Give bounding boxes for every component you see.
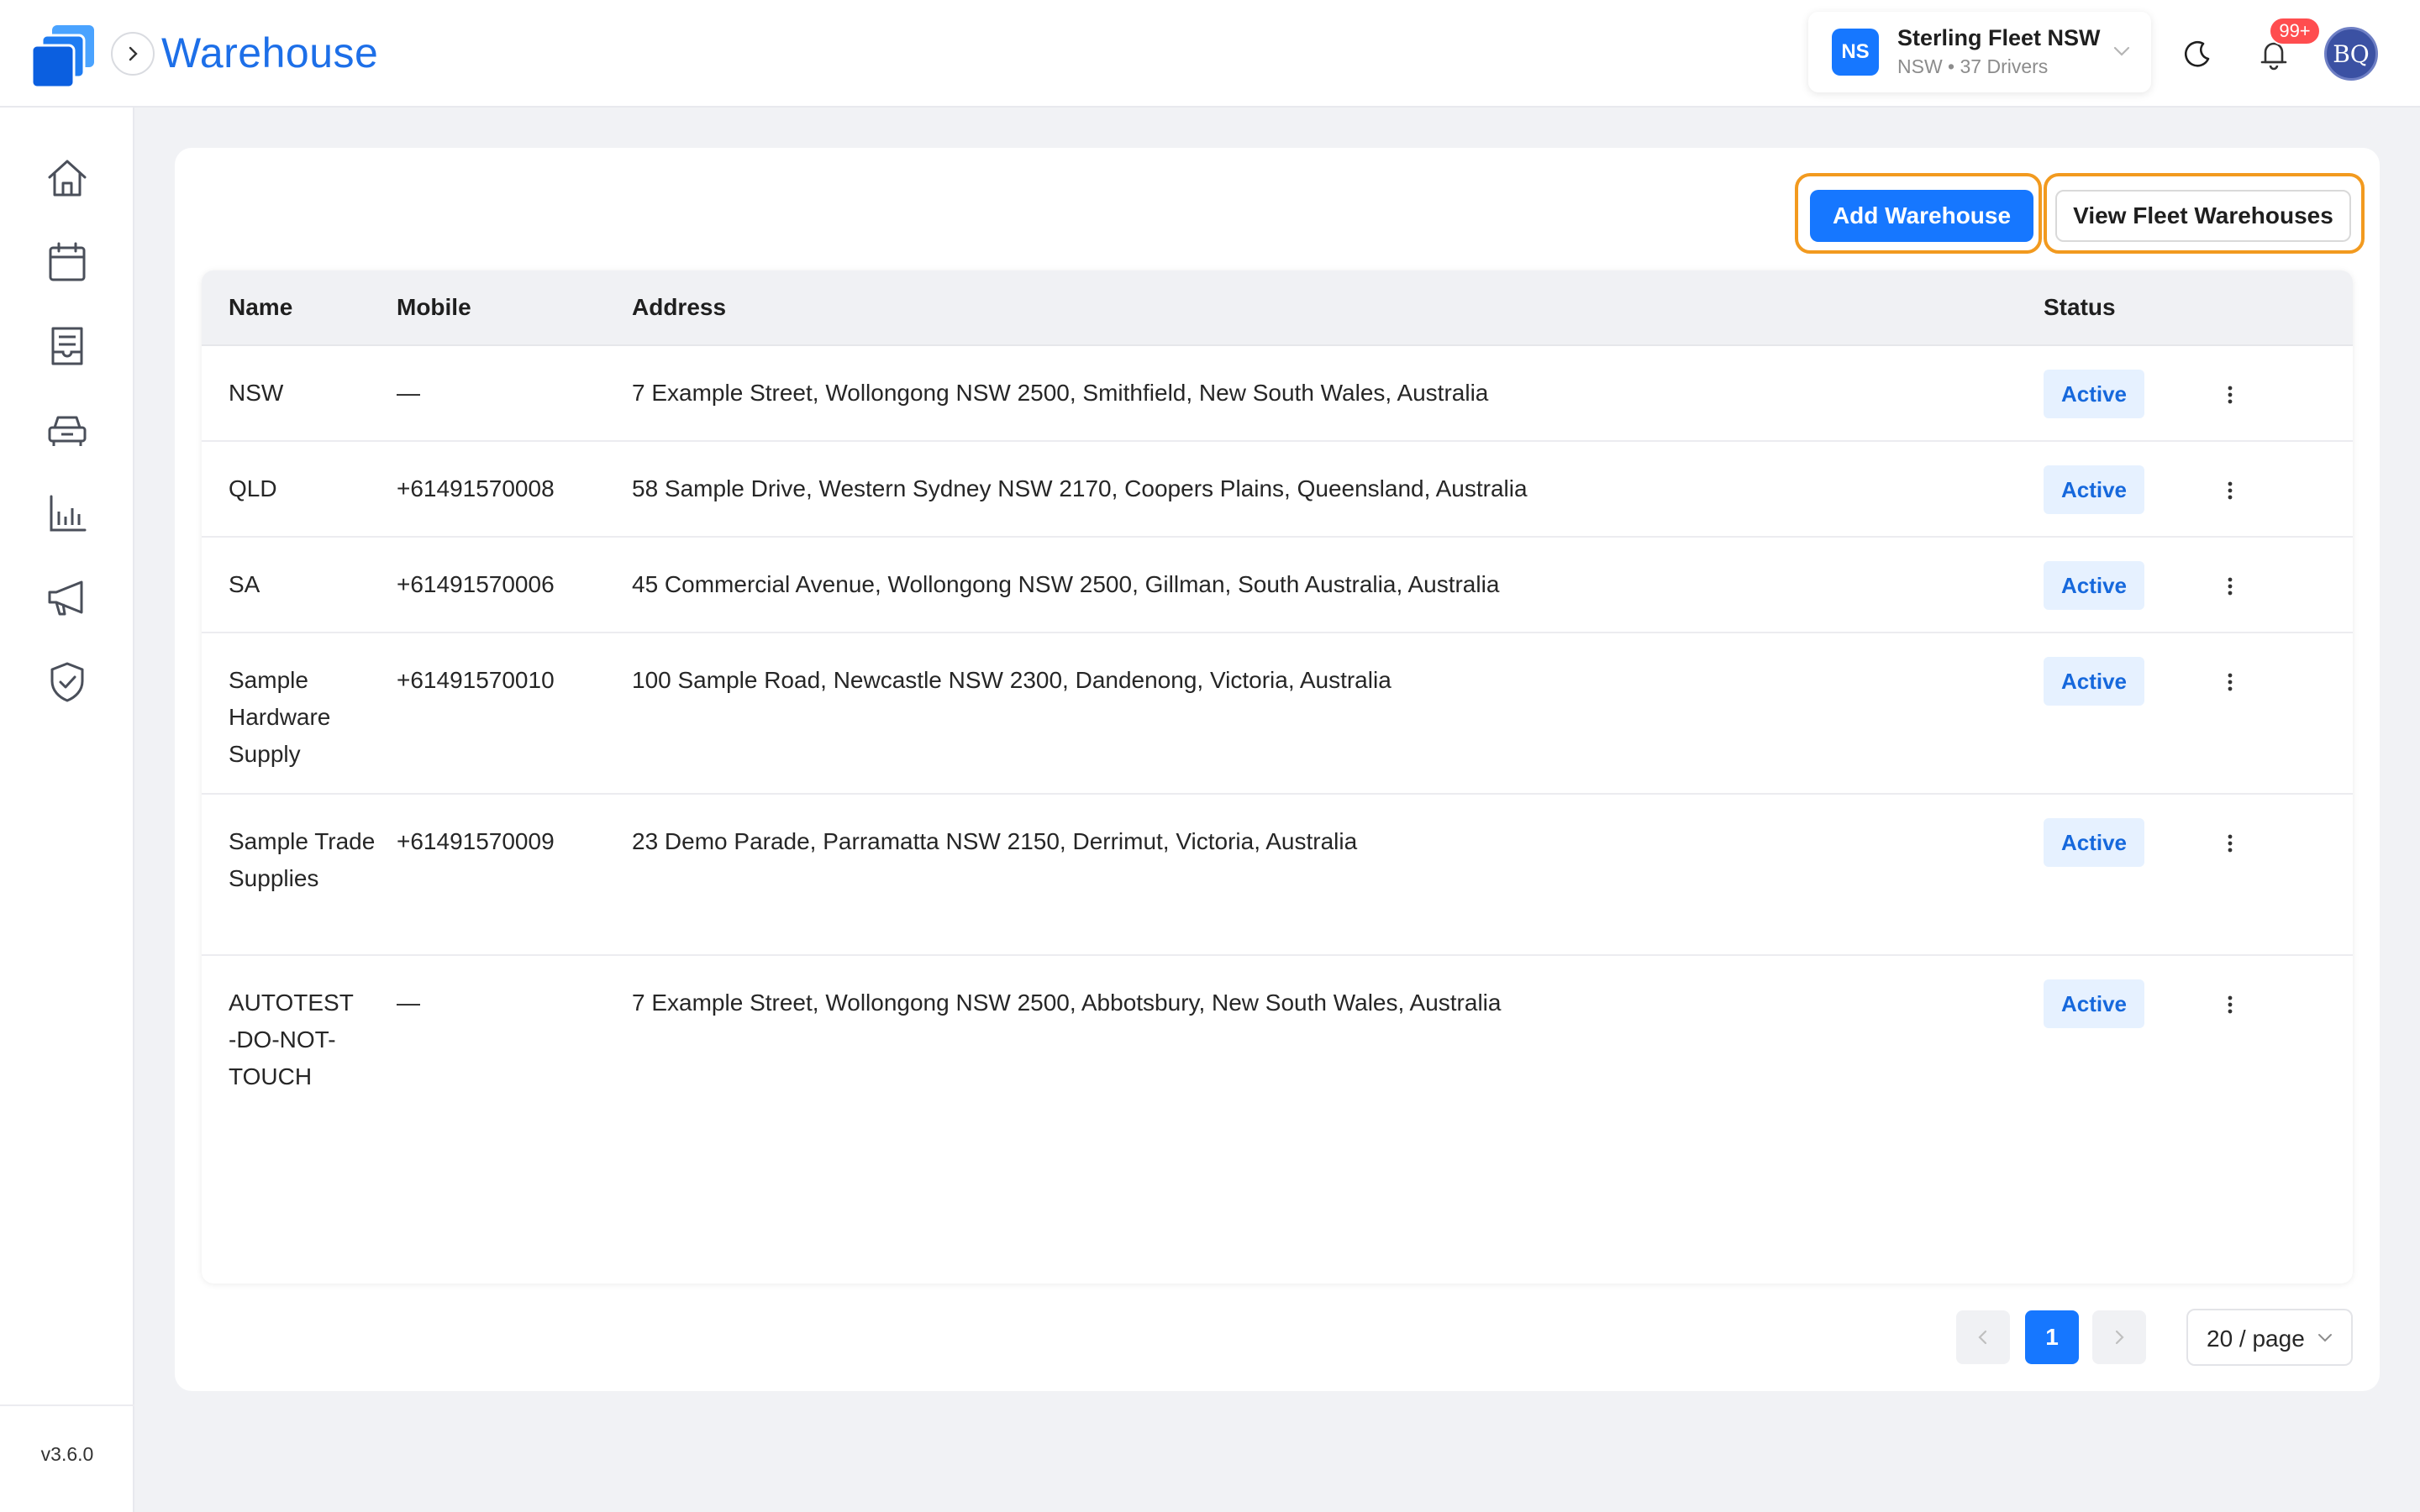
warehouse-mobile: +61491570006 — [397, 571, 555, 597]
status-badge: Active — [2044, 979, 2144, 1028]
more-vertical-icon — [2228, 995, 2233, 1014]
sidebar-divider — [0, 1404, 134, 1406]
shield-check-icon — [50, 662, 84, 702]
column-header-mobile: Mobile — [397, 294, 471, 320]
car-icon — [48, 416, 87, 446]
add-warehouse-button[interactable]: Add Warehouse — [1810, 190, 2033, 242]
orders-icon — [51, 327, 83, 365]
row-actions-button[interactable] — [2217, 564, 2244, 608]
fleet-switcher[interactable]: NS Sterling Fleet NSW NSW • 37 Drivers — [1808, 12, 2151, 92]
warehouse-name: Sample Hardware Supply — [229, 667, 331, 767]
warehouse-address: 45 Commercial Avenue, Wollongong NSW 250… — [632, 571, 1500, 597]
warehouse-table: Name Mobile Address Status NSW — 7 Examp… — [202, 270, 2353, 1284]
warehouse-mobile: — — [397, 990, 420, 1016]
sidebar-item-home[interactable] — [42, 153, 92, 203]
sidebar-item-security[interactable] — [42, 657, 92, 707]
column-header-status: Status — [2044, 294, 2116, 320]
table-header: Name Mobile Address Status — [202, 270, 2353, 346]
column-header-address: Address — [632, 294, 727, 320]
notification-badge: 99+ — [2269, 17, 2321, 45]
row-actions-button[interactable] — [2217, 822, 2244, 865]
table-row[interactable]: NSW — 7 Example Street, Wollongong NSW 2… — [202, 346, 2353, 442]
column-header-name: Name — [229, 294, 293, 320]
view-fleet-warehouses-button[interactable]: View Fleet Warehouses — [2055, 190, 2351, 242]
table-row[interactable]: QLD +61491570008 58 Sample Drive, Wester… — [202, 442, 2353, 538]
more-vertical-icon — [2228, 386, 2233, 404]
warehouse-mobile: — — [397, 380, 420, 406]
warehouse-name: Sample Trade Supplies — [229, 828, 376, 891]
sidebar-item-orders[interactable] — [42, 321, 92, 371]
pagination-page-button[interactable]: 1 — [2025, 1310, 2079, 1364]
table-row[interactable]: AUTOTEST -DO-NOT-TOUCH — 7 Example Stree… — [202, 956, 2353, 1117]
calendar-icon — [49, 242, 86, 281]
table-row[interactable]: Sample Trade Supplies +61491570009 23 De… — [202, 795, 2353, 956]
megaphone-icon — [48, 580, 83, 616]
pagination-prev-button[interactable] — [1956, 1310, 2010, 1364]
page-size-select[interactable]: 20 / page — [2186, 1309, 2353, 1366]
warehouse-name: AUTOTEST -DO-NOT-TOUCH — [229, 990, 354, 1089]
warehouse-address: 7 Example Street, Wollongong NSW 2500, S… — [632, 380, 1489, 406]
warehouse-name: NSW — [229, 380, 284, 406]
sidebar-item-calendar[interactable] — [42, 237, 92, 287]
app-version: v3.6.0 — [40, 1443, 94, 1465]
chevron-left-icon — [1978, 1330, 1987, 1345]
chevron-down-icon — [2113, 46, 2130, 56]
sidebar-item-reports[interactable] — [42, 489, 92, 539]
warehouse-name: SA — [229, 571, 260, 597]
more-vertical-icon — [2228, 481, 2233, 500]
row-actions-button[interactable] — [2217, 373, 2244, 417]
warehouse-address: 100 Sample Road, Newcastle NSW 2300, Dan… — [632, 667, 1392, 693]
chevron-down-icon — [2318, 1334, 2332, 1342]
more-vertical-icon — [2228, 577, 2233, 596]
row-actions-button[interactable] — [2217, 469, 2244, 512]
more-vertical-icon — [2228, 673, 2233, 691]
expand-sidebar-button[interactable] — [111, 32, 155, 76]
fleet-name: Sterling Fleet NSW — [1897, 25, 2101, 50]
row-actions-button[interactable] — [2217, 660, 2244, 704]
status-badge: Active — [2044, 370, 2144, 418]
warehouse-address: 58 Sample Drive, Western Sydney NSW 2170… — [632, 475, 1528, 501]
table-row[interactable]: Sample Hardware Supply +61491570010 100 … — [202, 633, 2353, 795]
page-size-value: 20 / page — [2207, 1326, 2305, 1352]
fleet-subtitle: NSW • 37 Drivers — [1897, 55, 2049, 77]
home-icon — [48, 160, 87, 197]
fleet-avatar: NS — [1832, 29, 1879, 76]
warehouse-mobile: +61491570010 — [397, 667, 555, 693]
sidebar-item-marketing[interactable] — [42, 573, 92, 623]
sidebar: v3.6.0 — [0, 108, 134, 1512]
warehouse-mobile: +61491570009 — [397, 828, 555, 854]
pagination-next-button[interactable] — [2092, 1310, 2146, 1364]
more-vertical-icon — [2228, 834, 2233, 853]
table-row[interactable]: SA +61491570006 45 Commercial Avenue, Wo… — [202, 538, 2353, 633]
chevron-right-icon — [2115, 1330, 2124, 1345]
dark-mode-toggle-icon[interactable] — [2181, 37, 2215, 71]
status-badge: Active — [2044, 657, 2144, 706]
status-badge: Active — [2044, 465, 2144, 514]
chart-icon — [50, 495, 87, 532]
app-logo-icon[interactable] — [30, 22, 103, 94]
status-badge: Active — [2044, 561, 2144, 610]
warehouse-address: 7 Example Street, Wollongong NSW 2500, A… — [632, 990, 1502, 1016]
top-header: Warehouse NS Sterling Fleet NSW NSW • 37… — [0, 0, 2420, 108]
warehouse-mobile: +61491570008 — [397, 475, 555, 501]
status-badge: Active — [2044, 818, 2144, 867]
warehouse-address: 23 Demo Parade, Parramatta NSW 2150, Der… — [632, 828, 1358, 854]
warehouse-name: QLD — [229, 475, 277, 501]
sidebar-item-vehicles[interactable] — [42, 405, 92, 455]
chevron-right-icon — [129, 46, 138, 61]
user-avatar[interactable]: BQ — [2324, 27, 2378, 81]
page-title: Warehouse — [161, 29, 379, 76]
row-actions-button[interactable] — [2217, 983, 2244, 1026]
